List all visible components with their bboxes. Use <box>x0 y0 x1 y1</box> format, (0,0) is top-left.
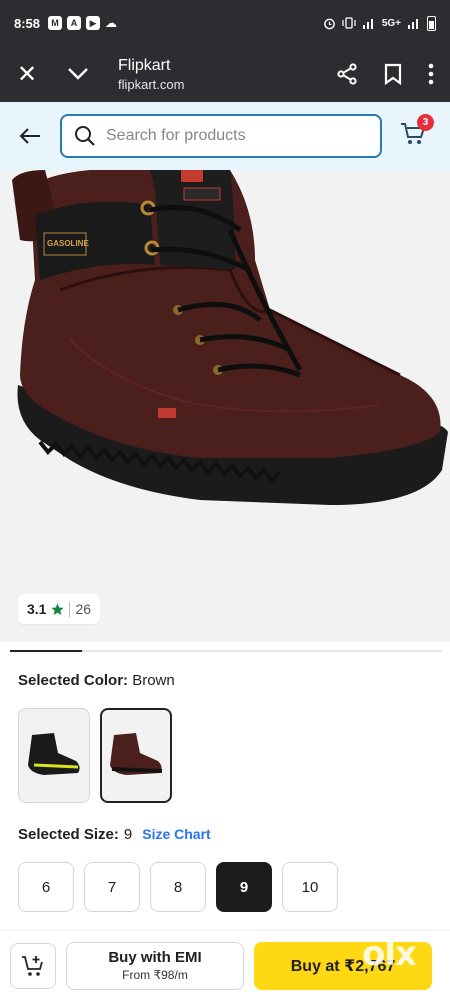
network-type: 5G+ <box>381 17 401 29</box>
color-swatch-brown[interactable] <box>100 708 172 803</box>
selected-color-value: Brown <box>132 672 175 689</box>
search-placeholder: Search for products <box>106 127 246 144</box>
size-option-7[interactable]: 7 <box>84 862 140 912</box>
search-icon <box>75 126 95 146</box>
page-url: flipkart.com <box>118 76 185 92</box>
star-icon <box>52 603 64 615</box>
emi-title: Buy with EMI <box>108 949 202 966</box>
selected-color: Selected Color: Brown <box>18 672 175 689</box>
selected-size: Selected Size: 9 Size Chart <box>18 826 211 843</box>
browser-tab-bar: ✕ Flipkart flipkart.com <box>0 46 450 102</box>
chevron-down-icon[interactable] <box>54 67 102 81</box>
rating-value: 3.1 <box>27 601 47 617</box>
swatch-image-brown <box>110 732 163 775</box>
buy-with-emi-button[interactable]: Buy with EMI From ₹98/m <box>66 941 244 990</box>
color-swatches <box>18 708 172 803</box>
emi-subtitle: From ₹98/m <box>122 968 188 982</box>
youtube-icon: ▶ <box>86 16 101 30</box>
battery-icon <box>427 15 436 31</box>
cloud-icon: ☁ <box>105 16 118 30</box>
cart-count-badge: 3 <box>417 113 434 131</box>
search-header: Search for products 3 <box>0 102 450 170</box>
buy-now-button[interactable]: Buy at ₹2,767 olx <box>254 941 432 990</box>
rating-count: 26 <box>75 601 92 617</box>
share-icon[interactable] <box>336 63 358 85</box>
signal-icon <box>362 19 373 29</box>
olx-watermark: olx <box>362 941 417 974</box>
page-title: Flipkart <box>118 56 171 74</box>
product-image-boot[interactable]: GASOLINE <box>0 170 450 600</box>
back-button[interactable] <box>0 127 60 145</box>
notification-icons: M A ▶ ☁ <box>48 16 117 30</box>
size-option-10[interactable]: 10 <box>282 862 338 912</box>
notification-icon-1: M <box>48 16 63 30</box>
status-time: 8:58 <box>14 15 41 31</box>
swatch-image-black <box>28 732 80 775</box>
back-arrow-icon[interactable] <box>19 127 41 145</box>
alarm-icon <box>323 18 335 29</box>
product-image-area[interactable]: GASOLINE 3.1 26 <box>0 170 450 642</box>
bottom-action-bar: Buy with EMI From ₹98/m Buy at ₹2,767 ol… <box>0 930 450 1000</box>
status-bar: 8:58 M A ▶ ☁ 5G+ <box>0 0 450 46</box>
selected-size-label: Selected Size: <box>18 826 119 843</box>
size-option-6[interactable]: 6 <box>18 862 74 912</box>
selected-size-value: 9 <box>123 826 133 843</box>
add-to-cart-icon <box>22 955 43 976</box>
tab-actions <box>336 63 450 85</box>
cart-button[interactable]: 3 <box>400 113 434 151</box>
selected-color-label: Selected Color: <box>18 672 129 689</box>
size-chart-link[interactable]: Size Chart <box>142 826 210 842</box>
size-option-9[interactable]: 9 <box>216 862 272 912</box>
tab-title-group: Flipkart flipkart.com <box>118 57 184 92</box>
more-icon[interactable] <box>428 63 434 85</box>
color-swatch-black[interactable] <box>18 708 90 803</box>
bookmark-icon[interactable] <box>384 63 402 85</box>
rating-badge[interactable]: 3.1 26 <box>18 594 101 624</box>
size-options: 6 7 8 9 10 <box>18 862 338 912</box>
vibrate-icon <box>342 17 356 29</box>
search-input[interactable]: Search for products <box>60 114 382 158</box>
signal-icon-2 <box>408 19 418 29</box>
notification-icon-2: A <box>67 16 82 30</box>
rating-separator <box>69 601 71 617</box>
add-to-cart-button[interactable] <box>10 942 56 989</box>
size-option-8[interactable]: 8 <box>150 862 206 912</box>
status-right: 5G+ <box>323 15 436 31</box>
close-icon[interactable]: ✕ <box>0 60 54 89</box>
image-carousel-indicator <box>10 650 442 652</box>
svg-text:GASOLINE: GASOLINE <box>47 239 89 248</box>
